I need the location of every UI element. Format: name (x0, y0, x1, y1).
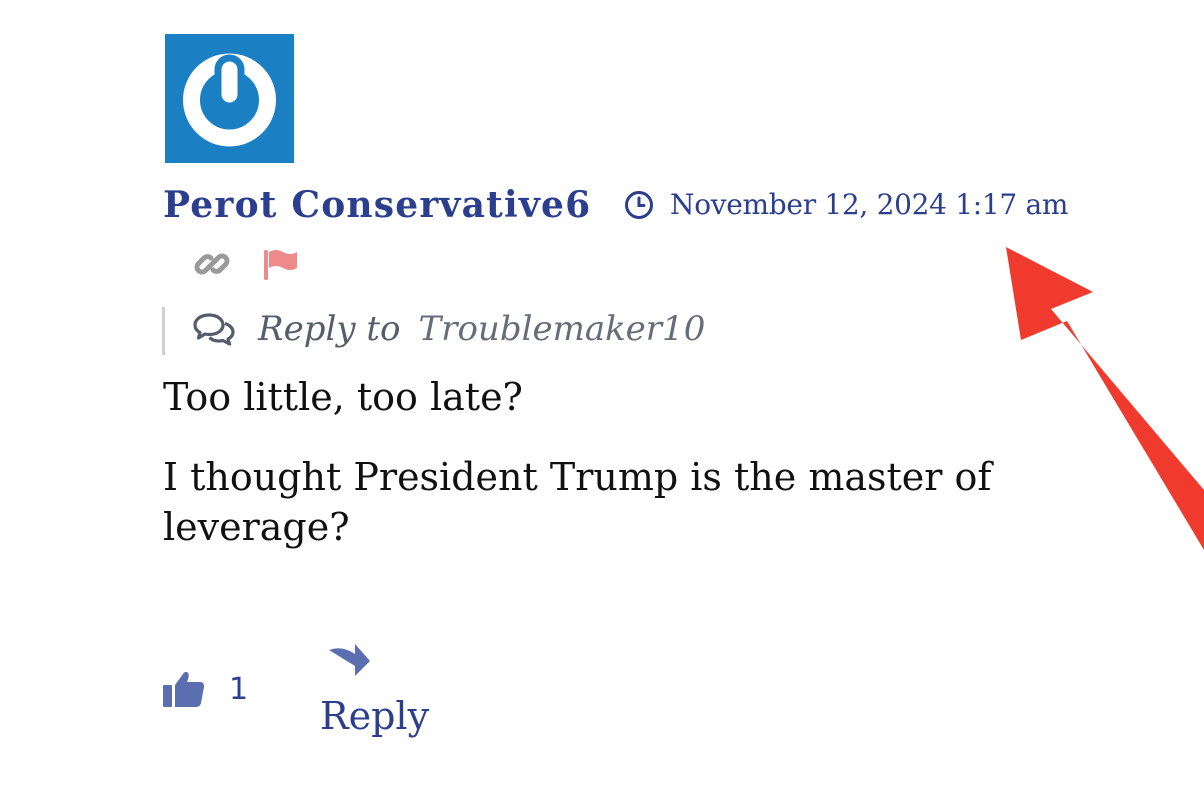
clock-icon (625, 190, 653, 219)
comments-icon (193, 313, 235, 346)
comment-body: Too little, too late? I thought Presiden… (163, 372, 1043, 552)
avatar (165, 34, 294, 163)
power-icon (183, 53, 276, 147)
like-button[interactable]: 1 (163, 670, 248, 708)
like-count: 1 (229, 671, 249, 707)
flag-icon[interactable] (263, 248, 299, 282)
thumbs-up-icon (163, 671, 205, 707)
comment-paragraph: I thought President Trump is the master … (163, 455, 992, 549)
comment-timestamp-link[interactable]: November 12, 2024 1:17 am (670, 188, 1068, 221)
link-icon[interactable] (194, 246, 230, 282)
comment-paragraph: Too little, too late? (163, 375, 523, 419)
reply-to-user-link[interactable]: Troublemaker10 (419, 309, 706, 349)
comment-meta: November 12, 2024 1:17 am (624, 188, 1068, 221)
reply-arrow-icon (329, 644, 370, 676)
reply-to-label: Reply to (258, 309, 401, 349)
reply-to-line: Reply to Troublemaker10 (192, 309, 705, 349)
comment-author[interactable]: Perot Conservative6 (163, 184, 591, 226)
reply-button-label: Reply (320, 694, 430, 738)
reply-to-border (162, 307, 165, 355)
